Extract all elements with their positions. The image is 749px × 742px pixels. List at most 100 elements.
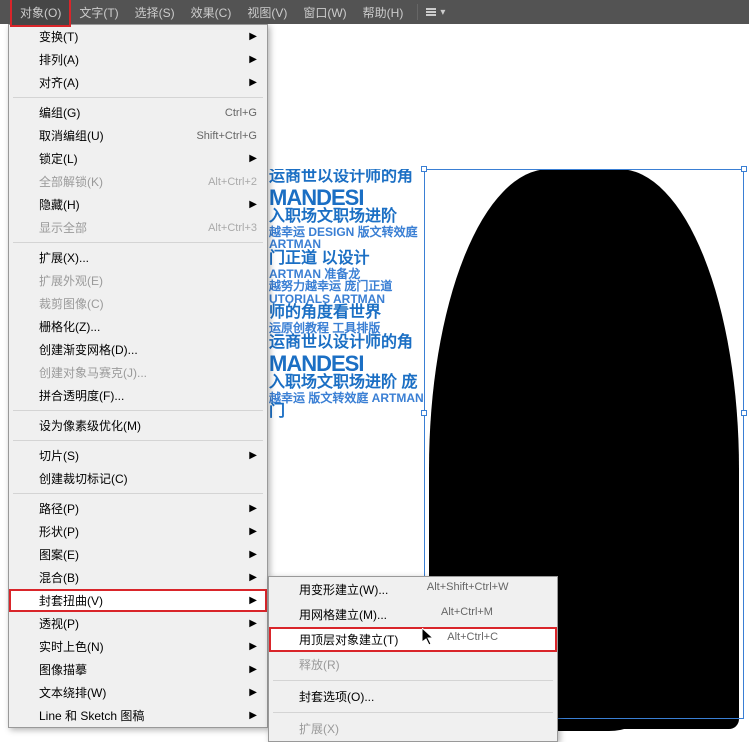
menu-window[interactable]: 窗口(W) [295, 0, 354, 25]
menu-item[interactable]: 透视(P)▶ [9, 612, 267, 635]
submenu-item[interactable]: 用网格建立(M)... Alt+Ctrl+M [269, 602, 557, 627]
menu-item-label: 设为像素级优化(M) [39, 417, 141, 434]
submenu-arrow-icon: ▶ [249, 572, 257, 583]
menu-item[interactable]: 拼合透明度(F)... [9, 384, 267, 407]
menu-item[interactable]: 取消编组(U)Shift+Ctrl+G [9, 124, 267, 147]
menu-item[interactable]: 创建渐变网格(D)... [9, 338, 267, 361]
menu-object[interactable]: 对象(O) [10, 0, 71, 27]
menu-text[interactable]: 文字(T) [71, 0, 126, 25]
menu-item[interactable]: 隐藏(H) ▶ [9, 193, 267, 216]
menu-item-label: 创建对象马赛克(J)... [39, 364, 147, 381]
submenu-item-label: 用网格建立(M)... [299, 606, 387, 623]
handle-mr[interactable] [741, 410, 747, 416]
menu-item[interactable]: 变换(T) ▶ [9, 25, 267, 48]
menu-item-label: 切片(S) [39, 447, 79, 464]
menu-item: 全部解锁(K) Alt+Ctrl+2 [9, 170, 267, 193]
handle-tr[interactable] [741, 166, 747, 172]
menu-item-label: 变换(T) [39, 28, 78, 45]
menu-help[interactable]: 帮助(H) [355, 0, 412, 25]
menu-item[interactable]: 编组(G) Ctrl+G [9, 101, 267, 124]
menubar: 对象(O) 文字(T) 选择(S) 效果(C) 视图(V) 窗口(W) 帮助(H… [0, 0, 749, 24]
menu-item[interactable]: 锁定(L)▶ [9, 147, 267, 170]
menu-item[interactable]: 图像描摹 ▶ [9, 658, 267, 681]
separator [13, 493, 263, 494]
menu-item: 裁剪图像(C) [9, 292, 267, 315]
text-line: 入职场文职场进阶 [269, 209, 449, 226]
menu-item[interactable]: 栅格化(Z)... [9, 315, 267, 338]
menu-select[interactable]: 选择(S) [127, 0, 183, 25]
submenu-item-label: 用变形建立(W)... [299, 581, 388, 598]
menu-item: 显示全部 Alt+Ctrl+3 [9, 216, 267, 239]
menu-item[interactable]: 文本绕排(W)▶ [9, 681, 267, 704]
menu-item-label: 锁定(L) [39, 150, 78, 167]
submenu-arrow-icon: ▶ [249, 54, 257, 65]
menu-item[interactable]: 对齐(A) ▶ [9, 71, 267, 94]
chevron-down-icon[interactable]: ▾ [440, 7, 445, 18]
submenu-arrow-icon: ▶ [249, 199, 257, 210]
menu-item[interactable]: 切片(S) ▶ [9, 444, 267, 467]
text-line: 门正道 以设计 [269, 251, 449, 268]
menu-item-label: 创建渐变网格(D)... [39, 341, 138, 358]
submenu-item[interactable]: 用顶层对象建立(T)Alt+Ctrl+C [269, 627, 557, 652]
menu-item-label: 实时上色(N) [39, 638, 104, 655]
submenu-item: 扩展(X) [269, 716, 557, 741]
menu-item-label: 图像描摹 [39, 661, 87, 678]
menu-item[interactable]: 排列(A)▶ [9, 48, 267, 71]
menu-item[interactable]: 路径(P)▶ [9, 497, 267, 520]
separator [13, 97, 263, 98]
menu-item[interactable]: 形状(P) ▶ [9, 520, 267, 543]
text-line: 越幸运 版文转效庭 ARTMAN [269, 392, 449, 405]
submenu-arrow-icon: ▶ [249, 526, 257, 537]
submenu-arrow-icon: ▶ [249, 618, 257, 629]
menu-item: 扩展外观(E) [9, 269, 267, 292]
menu-item[interactable]: Line 和 Sketch 图稿▶ [9, 704, 267, 727]
submenu-item[interactable]: 封套选项(O)... [269, 684, 557, 709]
menu-effect[interactable]: 效果(C) [183, 0, 240, 25]
menu-item[interactable]: 图案(E)▶ [9, 543, 267, 566]
submenu-arrow-icon: ▶ [249, 710, 257, 721]
submenu-arrow-icon: ▶ [249, 450, 257, 461]
menu-item-label: 显示全部 [39, 219, 87, 236]
shortcut: Alt+Ctrl+3 [208, 222, 257, 234]
submenu-arrow-icon: ▶ [249, 503, 257, 514]
menu-item-label: 裁剪图像(C) [39, 295, 104, 312]
menu-item[interactable]: 封套扭曲(V)▶ [9, 589, 267, 612]
submenu-item[interactable]: 用变形建立(W)...Alt+Shift+Ctrl+W [269, 577, 557, 602]
menu-item-label: 全部解锁(K) [39, 173, 103, 190]
text-line: 门 [269, 404, 449, 421]
separator [13, 410, 263, 411]
shortcut: Alt+Ctrl+M [441, 606, 493, 623]
text-line: 越努力越幸运 庞门正道 [269, 280, 449, 293]
menu-item[interactable]: 设为像素级优化(M) [9, 414, 267, 437]
submenu-arrow-icon: ▶ [249, 77, 257, 88]
menu-item[interactable]: 实时上色(N)▶ [9, 635, 267, 658]
text-line: 运商世以设计师的角 [269, 169, 449, 186]
menu-item[interactable]: 混合(B) ▶ [9, 566, 267, 589]
text-artwork[interactable]: 运商世以设计师的角MANDESI入职场文职场进阶越幸运 DESIGN 版文转效庭… [269, 169, 449, 589]
menu-item-label: 形状(P) [39, 523, 79, 540]
menu-item-label: 混合(B) [39, 569, 79, 586]
separator [13, 440, 263, 441]
text-line: MANDESI [269, 186, 449, 209]
submenu-arrow-icon: ▶ [249, 687, 257, 698]
text-line: 入职场文职场进阶 庞 [269, 375, 449, 392]
menu-item-label: 编组(G) [39, 104, 80, 121]
separator [273, 680, 553, 681]
menu-item-label: 隐藏(H) [39, 196, 80, 213]
menu-item[interactable]: 扩展(X)... [9, 246, 267, 269]
submenu-arrow-icon: ▶ [249, 664, 257, 675]
shortcut: Ctrl+G [225, 107, 257, 119]
text-line: 师的角度看世界 [269, 305, 449, 322]
shortcut: Alt+Ctrl+C [447, 631, 498, 648]
shortcut: Alt+Ctrl+2 [208, 176, 257, 188]
bar-icon[interactable] [424, 5, 438, 19]
submenu-arrow-icon: ▶ [249, 31, 257, 42]
menu-item-label: 对齐(A) [39, 74, 79, 91]
text-line: 运商世以设计师的角 [269, 335, 449, 352]
submenu-arrow-icon: ▶ [249, 549, 257, 560]
cursor-icon [422, 628, 438, 653]
menu-item-label: 拼合透明度(F)... [39, 387, 124, 404]
menu-item[interactable]: 创建裁切标记(C) [9, 467, 267, 490]
menu-item-label: 扩展(X)... [39, 249, 89, 266]
menu-view[interactable]: 视图(V) [239, 0, 295, 25]
